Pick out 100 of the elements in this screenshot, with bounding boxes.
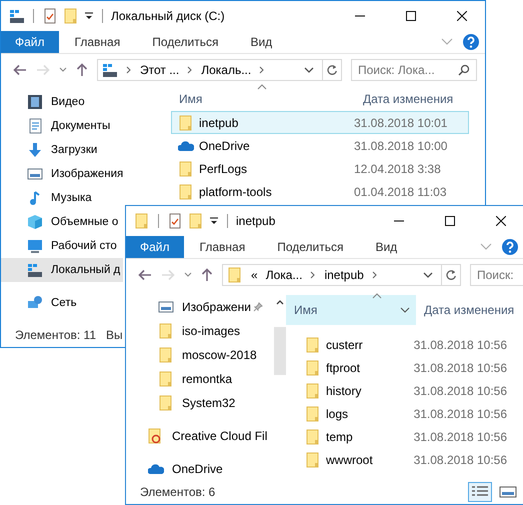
- folder-icon: [178, 114, 194, 130]
- search-icon[interactable]: [458, 64, 470, 76]
- back-arrow-icon[interactable]: [138, 269, 152, 281]
- nav-item[interactable]: Изображения: [1, 162, 123, 186]
- ribbon-tab[interactable]: Поделиться: [261, 236, 360, 258]
- breadcrumb[interactable]: Лока...: [266, 268, 302, 282]
- window-title: Локальный диск (C:): [111, 9, 225, 23]
- chevron-right-icon[interactable]: [126, 66, 132, 74]
- file-name: platform-tools: [199, 184, 272, 198]
- chevron-down-icon[interactable]: [184, 272, 192, 278]
- search-field[interactable]: Поиск: Лока...: [351, 59, 477, 81]
- file-row[interactable]: wwwroot 31.08.2018 10:56: [286, 448, 508, 471]
- address-bar[interactable]: Этот ... Локаль...: [97, 59, 342, 81]
- file-name: OneDrive: [199, 138, 250, 152]
- chevron-down-icon[interactable]: [304, 67, 314, 73]
- dropdown-icon[interactable]: [209, 216, 219, 226]
- chevron-right-icon[interactable]: [187, 66, 194, 74]
- ribbon-tab[interactable]: Главная: [184, 236, 262, 258]
- help-icon[interactable]: [463, 34, 479, 50]
- nav-item[interactable]: Загрузки: [1, 138, 123, 162]
- file-row[interactable]: custerr 31.08.2018 10:56: [286, 333, 508, 356]
- search-field[interactable]: Поиск:: [470, 264, 523, 286]
- address-bar[interactable]: « Лока... inetpub: [222, 264, 461, 286]
- up-arrow-icon[interactable]: [76, 63, 88, 77]
- ribbon-tab[interactable]: Файл: [126, 236, 184, 258]
- download-arrow-icon: [27, 142, 43, 158]
- ribbon-tab[interactable]: Вид: [234, 31, 288, 53]
- folder-icon: [158, 395, 174, 411]
- ribbon-tab[interactable]: Вид: [359, 236, 414, 258]
- chevron-down-icon[interactable]: [59, 67, 67, 73]
- column-header[interactable]: Дата изменения: [355, 90, 460, 108]
- nav-item[interactable]: Изображени: [126, 295, 274, 319]
- file-row[interactable]: inetpub 31.08.2018 10:01: [171, 111, 469, 134]
- folder-icon: [305, 382, 321, 398]
- nav-item[interactable]: moscow-2018: [126, 343, 274, 367]
- up-arrow-icon[interactable]: [201, 268, 213, 282]
- status-text: Элементов: 6: [140, 485, 216, 499]
- ribbon-tab[interactable]: Главная: [58, 31, 136, 53]
- document-icon: [27, 118, 43, 134]
- file-name: ftproot: [326, 360, 360, 374]
- nav-item[interactable]: Видео: [1, 90, 123, 114]
- properties-icon[interactable]: [167, 213, 183, 229]
- nav-item[interactable]: Объемные о: [1, 210, 123, 234]
- folder-icon: [158, 347, 174, 363]
- nav-item[interactable]: Документы: [1, 114, 123, 138]
- file-date: 31.08.2018 10:56: [414, 430, 507, 444]
- chevron-down-icon[interactable]: [400, 307, 410, 313]
- sort-caret-icon: [257, 84, 267, 90]
- overflow-crumb[interactable]: «: [251, 268, 258, 282]
- ribbon-tab[interactable]: Файл: [1, 31, 59, 53]
- close-icon[interactable]: [457, 11, 467, 21]
- back-arrow-icon[interactable]: [13, 64, 27, 76]
- ribbon-tab[interactable]: Поделиться: [136, 31, 234, 53]
- chevron-down-icon[interactable]: [423, 272, 433, 278]
- nav-item[interactable]: OneDrive: [126, 457, 274, 481]
- network-icon: [27, 295, 43, 311]
- file-row[interactable]: temp 31.08.2018 10:56: [286, 425, 508, 448]
- nav-item[interactable]: remontka: [126, 367, 274, 391]
- chevron-right-icon[interactable]: [372, 271, 378, 279]
- nav-item[interactable]: Creative Cloud Fil: [126, 424, 274, 448]
- chevron-right-icon[interactable]: [310, 271, 316, 279]
- file-row[interactable]: platform-tools 01.04.2018 11:03: [171, 180, 469, 203]
- file-row[interactable]: ftproot 31.08.2018 10:56: [286, 356, 508, 379]
- file-date: 12.04.2018 3:38: [354, 162, 441, 176]
- breadcrumb[interactable]: Этот ...: [140, 63, 180, 77]
- picture-icon: [158, 299, 174, 315]
- file-row[interactable]: logs 31.08.2018 10:56: [286, 402, 508, 425]
- chevron-right-icon[interactable]: [259, 66, 266, 74]
- file-row[interactable]: OneDrive 31.08.2018 10:00: [171, 134, 469, 157]
- file-name: history: [326, 384, 362, 398]
- breadcrumb[interactable]: Локаль...: [201, 63, 252, 77]
- refresh-icon[interactable]: [445, 269, 457, 281]
- column-header[interactable]: Дата изменения: [416, 295, 520, 325]
- sort-caret-icon: [372, 293, 382, 299]
- help-icon[interactable]: [502, 239, 518, 255]
- nav-item[interactable]: Рабочий сто: [1, 234, 123, 258]
- breadcrumb[interactable]: inetpub: [324, 268, 364, 282]
- nav-item[interactable]: Сеть: [1, 291, 123, 315]
- folder-icon: [227, 267, 243, 283]
- nav-item[interactable]: iso-images: [126, 319, 274, 343]
- nav-item[interactable]: Локальный д: [1, 258, 123, 282]
- refresh-icon[interactable]: [326, 64, 338, 76]
- close-icon[interactable]: [496, 216, 506, 226]
- drive-icon: [102, 62, 118, 78]
- file-name: PerfLogs: [199, 162, 248, 176]
- file-row[interactable]: PerfLogs 12.04.2018 3:38: [171, 157, 469, 180]
- column-header[interactable]: Имя: [286, 295, 416, 325]
- nav-item[interactable]: Музыка: [1, 186, 123, 210]
- file-row[interactable]: history 31.08.2018 10:56: [286, 379, 508, 402]
- file-date: 31.08.2018 10:01: [354, 116, 448, 130]
- folder-icon: [305, 428, 321, 444]
- maximize-icon[interactable]: [406, 11, 416, 21]
- chevron-up-icon[interactable]: [276, 299, 284, 305]
- file-date: 31.08.2018 10:56: [414, 406, 507, 420]
- folder-icon: [305, 360, 321, 376]
- maximize-icon[interactable]: [445, 216, 455, 226]
- column-header[interactable]: Имя: [171, 90, 355, 108]
- properties-icon[interactable]: [42, 8, 58, 24]
- nav-item[interactable]: System32: [126, 391, 274, 415]
- dropdown-icon[interactable]: [84, 11, 94, 21]
